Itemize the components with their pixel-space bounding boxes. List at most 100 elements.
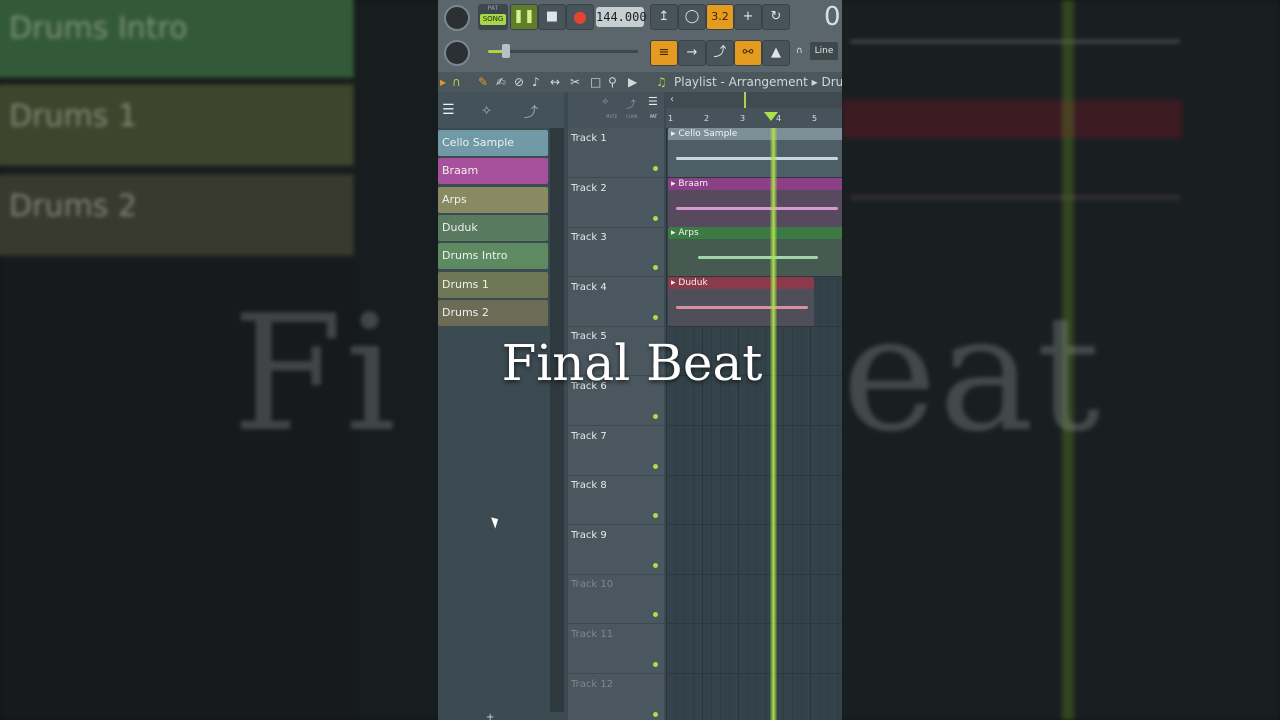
playback-icon[interactable]: ▶: [628, 72, 637, 92]
track-indicator-icon[interactable]: [653, 513, 658, 519]
grid-row-divider: [666, 474, 842, 476]
clip-body: [668, 239, 842, 276]
picker-scrollbar[interactable]: [550, 128, 564, 712]
song-position-counter: 0: [824, 2, 841, 32]
master-pitch-knob[interactable]: [444, 40, 470, 66]
track-label: Track 2: [571, 182, 607, 194]
tempo-display[interactable]: 144.000: [596, 7, 647, 27]
track-indicator-icon[interactable]: [653, 414, 658, 419]
slice-icon[interactable]: ✂: [570, 72, 580, 92]
clip-label: Arps: [678, 228, 699, 239]
picker-item[interactable]: Arps: [438, 187, 548, 213]
track-indicator-icon[interactable]: [653, 166, 658, 171]
slip-icon[interactable]: ↔: [550, 72, 560, 92]
link-icon: ⚯: [742, 45, 754, 60]
track-row[interactable]: Track 12: [568, 674, 664, 720]
track-row[interactable]: Track 9: [568, 525, 664, 575]
track-row[interactable]: Track 10: [568, 574, 664, 625]
track-indicator-icon[interactable]: [653, 463, 658, 469]
pat-icon[interactable]: ☰: [648, 95, 658, 108]
add-icon[interactable]: +: [486, 712, 494, 720]
playhead-marker-icon[interactable]: [764, 112, 778, 121]
playlist-clip[interactable]: ▸ Duduk: [668, 276, 814, 326]
track-indicator-icon[interactable]: [653, 662, 658, 667]
pause-icon: ❚❚: [513, 9, 535, 24]
piano-roll-icon[interactable]: ☰: [442, 102, 455, 118]
track-label: Track 8: [571, 480, 607, 492]
track-row[interactable]: Track 2: [568, 178, 664, 228]
clip-header[interactable]: ▸ Duduk: [668, 276, 814, 289]
record-button[interactable]: ●: [566, 4, 594, 30]
track-label: Track 4: [571, 281, 607, 293]
track-row[interactable]: Track 4: [568, 277, 664, 327]
brush-icon[interactable]: ✍: [496, 72, 506, 92]
magnet-snap-icon[interactable]: ∩: [452, 72, 461, 92]
track-row[interactable]: Track 1: [568, 128, 664, 178]
track-indicator-icon[interactable]: [653, 562, 658, 568]
loop-record-button[interactable]: ↻: [762, 4, 790, 30]
track-label: Track 3: [571, 232, 607, 244]
play-pause-button[interactable]: ❚❚: [510, 4, 538, 30]
app-window: Drums Intro Drums 1 Drums 2 Fi eat PAT S…: [0, 0, 1280, 720]
picker-item[interactable]: Duduk: [438, 215, 548, 241]
playlist-clip[interactable]: ▸ Braam: [668, 177, 842, 227]
playlist-button[interactable]: ≡: [650, 40, 678, 66]
metronome-button[interactable]: ↥: [650, 4, 678, 30]
mixer-hat-button[interactable]: ▲: [762, 40, 790, 66]
track-label: Track 1: [571, 133, 607, 144]
track-row[interactable]: Track 7: [568, 426, 664, 476]
track-row[interactable]: Track 3: [568, 227, 664, 278]
link-button[interactable]: ⚯: [734, 40, 762, 66]
hat-icon: ▲: [771, 45, 781, 60]
picker-item[interactable]: Drums 1: [438, 272, 548, 298]
playlist-grid[interactable]: ‹ 12345 ▸ Cello Sample ▸ Braam ▸ Arps ▸ Dud…: [666, 92, 842, 720]
clip-header[interactable]: ▸ Arps: [668, 227, 842, 240]
curve-icon: ⤴: [713, 45, 727, 60]
clip-header[interactable]: ▸ Cello Sample: [668, 128, 842, 140]
timeline-ruler[interactable]: ‹ 12345: [666, 92, 842, 128]
automation-icon[interactable]: ⤴: [524, 102, 538, 122]
grid-row-divider: [666, 623, 842, 625]
chevron-right-icon[interactable]: ▸: [440, 72, 446, 92]
ruler-bar-number: 2: [704, 114, 710, 123]
playlist-clip[interactable]: ▸ Cello Sample: [668, 128, 842, 177]
pat-song-switch[interactable]: PAT SONG: [478, 4, 508, 30]
picker-item[interactable]: Braam: [438, 158, 548, 184]
track-row[interactable]: Track 11: [568, 624, 664, 674]
track-indicator-icon[interactable]: [653, 265, 658, 271]
playhead[interactable]: [770, 128, 777, 720]
next-button[interactable]: →: [678, 40, 706, 66]
track-row[interactable]: Track 8: [568, 475, 664, 526]
clip-header[interactable]: ▸ Braam: [668, 177, 842, 190]
pat-mode-label: PAT: [650, 114, 658, 119]
track-indicator-icon[interactable]: [653, 215, 658, 221]
picker-item[interactable]: Drums 2: [438, 300, 548, 326]
picker-item[interactable]: Cello Sample: [438, 130, 548, 156]
blend-notes-button[interactable]: +: [734, 4, 762, 30]
zoom-icon[interactable]: ⚲: [608, 72, 617, 92]
chevron-left-icon[interactable]: ‹: [670, 94, 674, 105]
countdown-button[interactable]: 3.2: [706, 4, 734, 30]
stop-button[interactable]: ■: [538, 4, 566, 30]
audio-icon[interactable]: ⟡: [482, 102, 491, 118]
select-icon[interactable]: □: [590, 72, 601, 92]
ruler-scroll-strip[interactable]: [666, 92, 842, 108]
pitch-slider-handle[interactable]: [502, 44, 510, 58]
slide-button[interactable]: ⤴: [706, 40, 734, 66]
pitch-slider-track[interactable]: [488, 50, 638, 53]
delete-icon[interactable]: ⊘: [514, 72, 524, 92]
playlist-clip[interactable]: ▸ Arps: [668, 227, 842, 277]
mute-icon[interactable]: ♪: [532, 72, 540, 92]
track-indicator-icon[interactable]: [653, 711, 658, 717]
track-indicator-icon[interactable]: [653, 314, 658, 320]
track-indicator-icon[interactable]: [653, 612, 658, 618]
picker-item[interactable]: Drums Intro: [438, 243, 548, 269]
snap-selector[interactable]: Line: [810, 42, 838, 60]
wait-record-button[interactable]: ◯: [678, 4, 706, 30]
playlist-path-bar: ▸ ∩ ✎ ✍ ⊘ ♪ ↔ ✂ □ ⚲ ▶ ♫ Playlist - Arran…: [438, 72, 842, 92]
master-volume-knob[interactable]: [444, 5, 470, 31]
chan-icon[interactable]: ⤴: [626, 96, 636, 111]
pencil-icon[interactable]: ✎: [478, 72, 488, 92]
track-header-toolbar: ⟡ ⤴ ☰ MUTE CHAN PAT: [568, 92, 664, 128]
mute-all-icon[interactable]: ⟡: [602, 96, 609, 107]
